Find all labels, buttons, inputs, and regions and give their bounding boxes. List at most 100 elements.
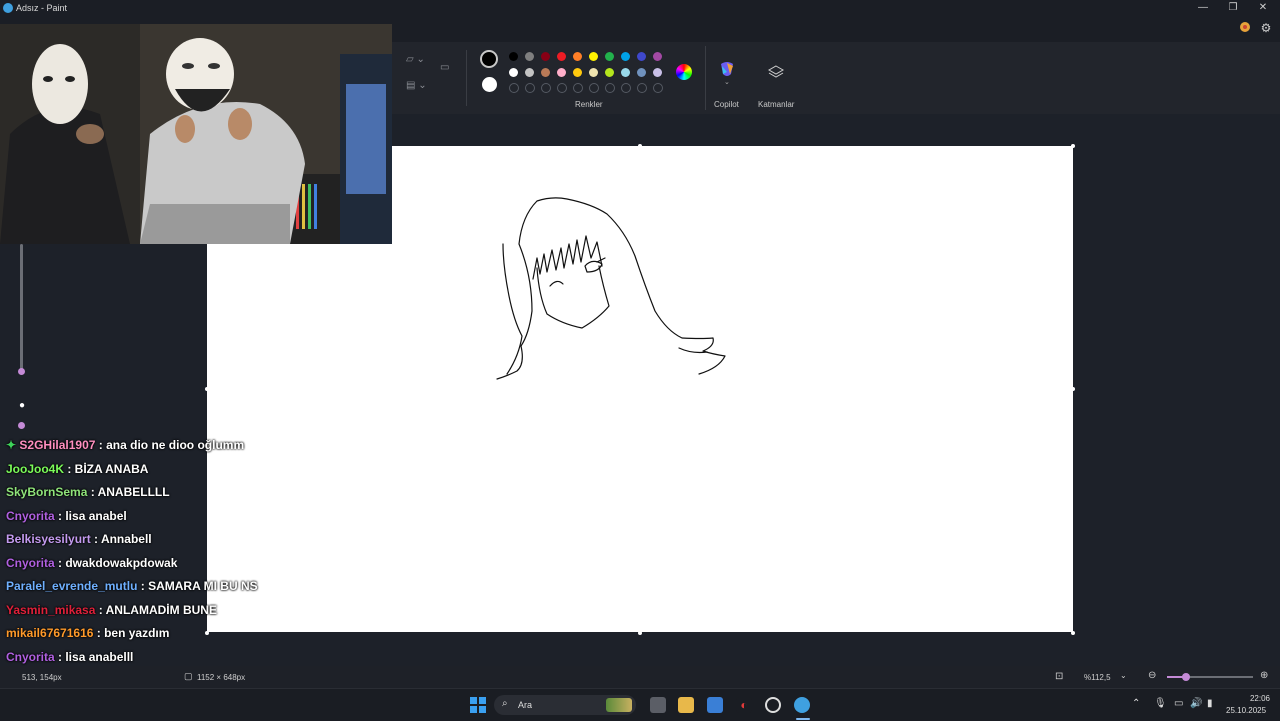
primary-color-swatch[interactable]: [480, 50, 498, 68]
zoom-out-icon[interactable]: ⊖: [1148, 670, 1156, 681]
color-swatch[interactable]: [589, 68, 598, 77]
title-bar: Adsız - Paint — ❐ ✕: [0, 0, 1280, 16]
custom-color-slot[interactable]: [653, 83, 663, 93]
opacity-slider-knob[interactable]: [18, 422, 25, 429]
zoom-level[interactable]: %112,5: [1084, 673, 1111, 682]
color-swatch[interactable]: [573, 52, 582, 61]
close-button[interactable]: ✕: [1248, 0, 1278, 16]
custom-color-slot[interactable]: [621, 83, 631, 93]
chat-text: : dwakdowakpdowak: [54, 555, 178, 570]
battery-icon[interactable]: ▮: [1207, 698, 1213, 709]
custom-color-slot[interactable]: [589, 83, 599, 93]
settings-gear-icon[interactable]: ⚙: [1259, 21, 1273, 35]
chat-message: JooJoo4K : BİZA ANABA: [0, 462, 320, 486]
color-swatch[interactable]: [605, 52, 614, 61]
edit-colors-icon[interactable]: [676, 64, 692, 80]
chat-username: mikail67671616: [6, 626, 94, 640]
custom-color-slot[interactable]: [557, 83, 567, 93]
chat-message: Cnyorita : dwakdowakpdowak: [0, 556, 320, 580]
color-swatch[interactable]: [525, 68, 534, 77]
zoom-slider-knob[interactable]: [1181, 673, 1190, 681]
fit-to-window-icon[interactable]: ⊡: [1055, 671, 1063, 682]
webcam-overlay: [0, 24, 392, 244]
custom-color-slot[interactable]: [573, 83, 583, 93]
copilot-icon[interactable]: [718, 60, 736, 78]
opacity-drop-icon: ●: [18, 400, 26, 411]
volume-icon[interactable]: 🔊: [1190, 698, 1202, 709]
color-swatch[interactable]: [541, 52, 550, 61]
custom-color-slot[interactable]: [525, 83, 535, 93]
chat-text: : lisa anabel: [54, 508, 127, 523]
color-swatch[interactable]: [573, 68, 582, 77]
color-swatch[interactable]: [637, 68, 646, 77]
microphone-icon[interactable]: 🎙: [1154, 698, 1167, 709]
clock-time[interactable]: 22:06: [1240, 694, 1270, 703]
chat-username: Cnyorita: [6, 555, 55, 570]
zoom-dropdown-chevron-icon[interactable]: ⌄: [1120, 671, 1127, 680]
media-app-icon[interactable]: ◐: [736, 697, 752, 713]
chat-message: Belkisyesilyurt : Annabell: [0, 532, 320, 556]
chat-username: Cnyorita: [6, 508, 55, 523]
custom-color-slot[interactable]: [509, 83, 519, 93]
shape-fill-icon[interactable]: ▤ ⌄: [406, 80, 436, 94]
clock-date[interactable]: 25.10.2025: [1226, 706, 1266, 715]
obs-icon[interactable]: [765, 697, 781, 713]
copilot-label: Copilot: [714, 100, 739, 109]
color-swatch[interactable]: [621, 52, 630, 61]
taskbar-search-box[interactable]: ⌕ Ara: [494, 695, 636, 715]
custom-color-slot[interactable]: [605, 83, 615, 93]
copilot-chevron-down-icon[interactable]: ⌄: [724, 78, 730, 86]
network-icon[interactable]: ▭: [1174, 698, 1183, 709]
color-swatch[interactable]: [637, 52, 646, 61]
chat-username: Belkisyesilyurt: [6, 532, 91, 546]
shape-outline-icon[interactable]: ▱ ⌄: [406, 54, 436, 68]
shapes-gallery-icon[interactable]: ▭: [440, 62, 458, 76]
brush-size-slider[interactable]: [20, 244, 23, 370]
resize-handle-bottom-right[interactable]: [1071, 631, 1075, 635]
layers-label: Katmanlar: [758, 100, 795, 109]
color-swatch[interactable]: [509, 52, 518, 61]
brush-size-slider-knob[interactable]: [18, 368, 25, 375]
chat-text: : SAMARA MI BU NS: [137, 579, 258, 593]
chat-message: ✦ S2GHilal1907 : ana dio ne dioo oğlumm: [0, 438, 320, 462]
status-bar: 513, 154px ▢ 1152 × 648px ⊡ %112,5 ⌄ ⊖ ⊕: [0, 666, 1280, 688]
canvas-size: 1152 × 648px: [197, 673, 246, 682]
custom-color-slot[interactable]: [541, 83, 551, 93]
account-icon[interactable]: [1238, 21, 1252, 35]
start-windows-icon[interactable]: [470, 697, 486, 713]
tray-chevron-up-icon[interactable]: ⌃: [1132, 698, 1140, 709]
secondary-color-swatch[interactable]: [482, 77, 497, 92]
color-swatch[interactable]: [541, 68, 550, 77]
color-swatch[interactable]: [653, 68, 662, 77]
color-swatch[interactable]: [557, 68, 566, 77]
resize-handle-top-right[interactable]: [1071, 144, 1075, 148]
microsoft-store-icon[interactable]: [707, 697, 723, 713]
zoom-in-icon[interactable]: ⊕: [1260, 670, 1268, 681]
layers-icon[interactable]: [767, 64, 785, 80]
maximize-button[interactable]: ❐: [1218, 0, 1248, 16]
color-swatch[interactable]: [525, 52, 534, 61]
custom-color-slot[interactable]: [637, 83, 647, 93]
ribbon-divider: [466, 50, 467, 106]
resize-handle-left[interactable]: [205, 387, 209, 391]
colors-group-label: Renkler: [575, 100, 603, 109]
chat-text: : ben yazdım: [93, 626, 170, 640]
zoom-slider[interactable]: [1167, 673, 1253, 681]
minimize-button[interactable]: —: [1188, 0, 1218, 16]
color-swatch[interactable]: [589, 52, 598, 61]
resize-handle-right[interactable]: [1071, 387, 1075, 391]
file-explorer-icon[interactable]: [678, 697, 694, 713]
window-title: Adsız - Paint: [16, 3, 68, 13]
color-swatch[interactable]: [605, 68, 614, 77]
color-swatch[interactable]: [509, 68, 518, 77]
resize-handle-top[interactable]: [638, 144, 642, 148]
task-view-icon[interactable]: [650, 697, 666, 713]
chat-username: Cnyorita: [6, 649, 55, 664]
chat-username: JooJoo4K: [6, 461, 65, 476]
color-swatch[interactable]: [621, 68, 630, 77]
chat-message: SkyBornSema : ANABELLLL: [0, 485, 320, 509]
color-swatch[interactable]: [653, 52, 662, 61]
color-swatch[interactable]: [557, 52, 566, 61]
paint-taskbar-icon[interactable]: [794, 697, 810, 713]
resize-handle-bottom[interactable]: [638, 631, 642, 635]
